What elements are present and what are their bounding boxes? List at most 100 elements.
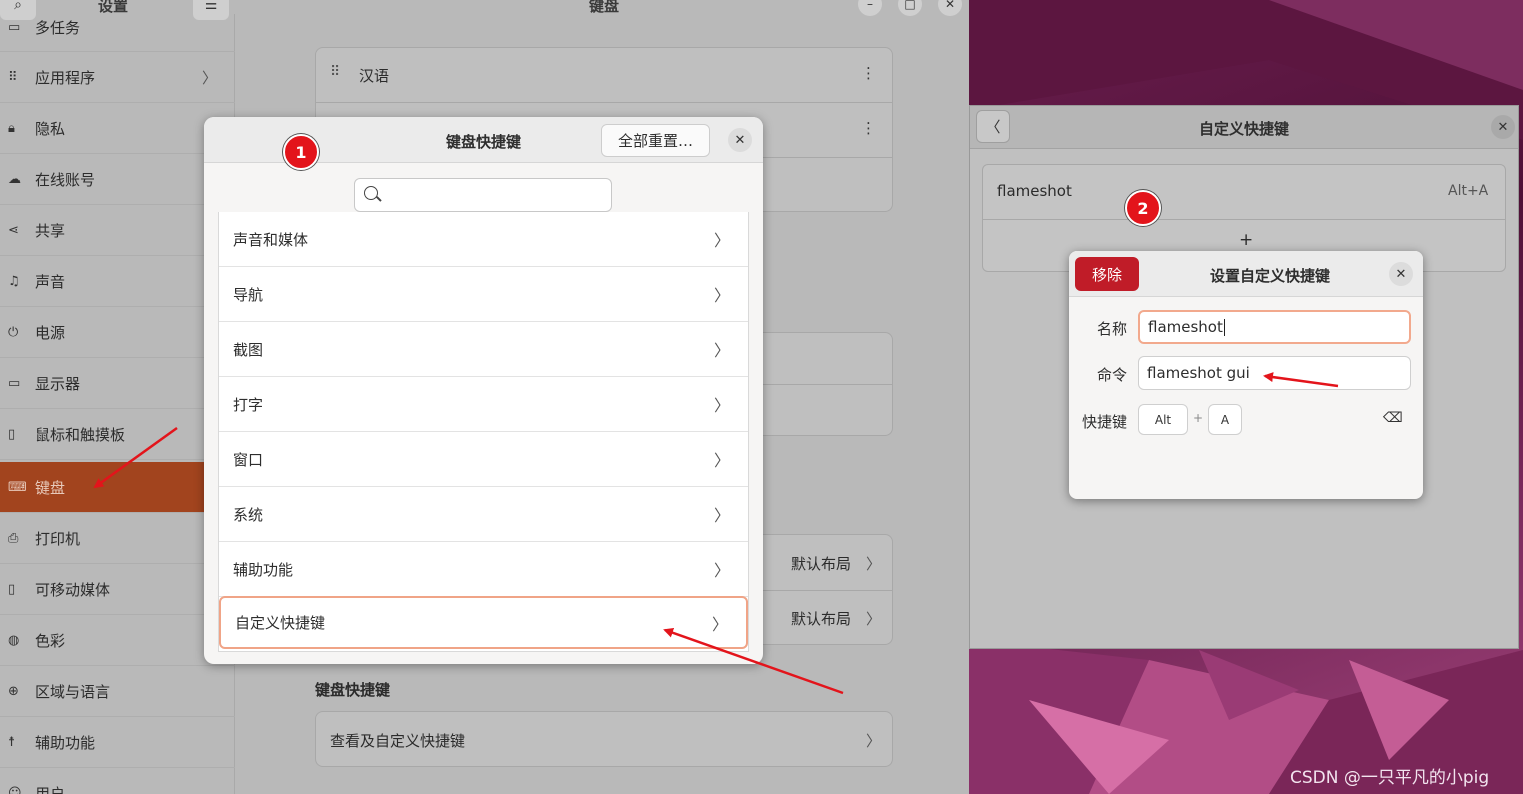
maximize-button[interactable]: □ xyxy=(898,0,922,16)
category-navigation[interactable]: 导航 〉 xyxy=(219,267,748,322)
sidebar-item-label: 鼠标和触摸板 xyxy=(35,425,126,444)
chevron-right-icon: 〉 xyxy=(713,396,730,415)
color-icon: ◍ xyxy=(8,632,20,648)
name-field[interactable]: flameshot xyxy=(1138,310,1411,344)
category-screenshots[interactable]: 截图 〉 xyxy=(219,322,748,377)
close-icon: ✕ xyxy=(944,0,956,11)
page-title: 键盘 xyxy=(589,0,620,15)
sidebar-item-keyboard[interactable]: ⌨ 键盘 xyxy=(0,462,235,513)
sidebar-item-label: 键盘 xyxy=(35,478,66,497)
chevron-right-icon: 〉 xyxy=(713,231,730,250)
power-icon: ⏻ xyxy=(8,324,19,340)
sidebar-item-displays[interactable]: ▭ 显示器 xyxy=(0,358,235,409)
sidebar-item-label: 区域与语言 xyxy=(35,682,111,701)
view-shortcuts-row[interactable]: 查看及自定义快捷键 〉 xyxy=(315,711,893,767)
sidebar-item-color[interactable]: ◍ 色彩 xyxy=(0,615,235,666)
command-field[interactable]: flameshot gui xyxy=(1138,356,1411,390)
minimize-button[interactable]: – xyxy=(858,0,882,16)
chevron-right-icon: 〉 xyxy=(711,614,728,634)
accessibility-icon: ☨ xyxy=(8,734,16,750)
apps-icon: ⠿ xyxy=(8,69,18,85)
close-dialog-button[interactable]: ✕ xyxy=(728,128,752,152)
category-label: 导航 xyxy=(233,285,264,304)
kebab-menu-icon[interactable]: ⋮ xyxy=(861,64,876,82)
layout-value: 默认布局 xyxy=(791,610,852,628)
chevron-right-icon: 〉 xyxy=(713,451,730,470)
sidebar-item-sharing[interactable]: ⋖ 共享 xyxy=(0,205,235,256)
chevron-right-icon: 〉 xyxy=(713,341,730,360)
key-alt: Alt xyxy=(1138,404,1188,435)
globe-icon: ⊕ xyxy=(8,683,19,699)
sidebar-item-region-language[interactable]: ⊕ 区域与语言 xyxy=(0,666,235,717)
key-a: A xyxy=(1208,404,1242,435)
removable-media-icon: ▯ xyxy=(8,581,16,597)
watermark: CSDN @一只平凡的小pig xyxy=(1290,768,1490,788)
shortcut-accel: Alt+A xyxy=(1448,183,1489,199)
category-windows[interactable]: 窗口 〉 xyxy=(219,432,748,487)
sidebar-item-users[interactable]: ☺ 用户 xyxy=(0,768,235,794)
lock-icon: 🔒︎ xyxy=(8,120,15,136)
close-window-button[interactable]: ✕ xyxy=(938,0,962,16)
mouse-icon: ▯ xyxy=(8,426,16,442)
name-value: flameshot xyxy=(1148,318,1223,336)
multitasking-icon: ▭ xyxy=(8,20,21,35)
maximize-icon: □ xyxy=(904,0,916,11)
category-custom-shortcuts[interactable]: 自定义快捷键 〉 xyxy=(219,596,748,649)
music-note-icon: ♫ xyxy=(8,273,20,289)
chevron-right-icon[interactable]: 〉 xyxy=(866,553,881,574)
text-cursor xyxy=(1223,318,1225,336)
shortcut-category-list: 声音和媒体 〉 导航 〉 截图 〉 打字 〉 窗口 〉 系统 〉 辅助功能 〉 … xyxy=(218,212,749,652)
category-label: 系统 xyxy=(233,505,264,524)
annotation-badge-1: 1 xyxy=(283,134,319,170)
sidebar-item-label: 打印机 xyxy=(35,529,81,548)
kebab-menu-icon[interactable]: ⋮ xyxy=(861,119,876,137)
sidebar-item-multitasking[interactable]: ▭ 多任务 xyxy=(0,4,235,52)
sidebar-item-printers[interactable]: ⎙ 打印机 xyxy=(0,513,235,564)
input-source-name: 汉语 xyxy=(359,67,390,85)
sidebar-item-apps[interactable]: ⠿ 应用程序 〉 xyxy=(0,52,235,103)
sidebar-item-accessibility[interactable]: ☨ 辅助功能 xyxy=(0,717,235,768)
sidebar-item-power[interactable]: ⏻ 电源 xyxy=(0,307,235,358)
category-label: 辅助功能 xyxy=(233,560,294,579)
set-custom-shortcut-dialog: 移除 设置自定义快捷键 ✕ 名称 flameshot 命令 flameshot … xyxy=(1069,251,1423,499)
sidebar-item-removable-media[interactable]: ▯ 可移动媒体 xyxy=(0,564,235,615)
category-accessibility[interactable]: 辅助功能 〉 xyxy=(219,542,748,597)
category-typing[interactable]: 打字 〉 xyxy=(219,377,748,432)
sidebar: ▭ 多任务 ⠿ 应用程序 〉 🔒︎ 隐私 ☁ 在线账号 ⋖ 共享 ♫ 声音 ⏻ … xyxy=(0,14,235,794)
close-dialog-button[interactable]: ✕ xyxy=(1389,262,1413,286)
shortcut-row[interactable]: flameshot Alt+A xyxy=(983,165,1505,220)
category-sound-media[interactable]: 声音和媒体 〉 xyxy=(219,212,748,267)
chevron-right-icon[interactable]: 〉 xyxy=(866,608,881,629)
sidebar-item-label: 显示器 xyxy=(35,374,81,393)
display-icon: ▭ xyxy=(8,375,21,391)
backspace-icon[interactable]: ⌫ xyxy=(1383,410,1403,426)
keyboard-icon: ⌨ xyxy=(8,479,27,495)
search-icon xyxy=(364,186,378,200)
sidebar-item-label: 色彩 xyxy=(35,631,66,650)
chevron-right-icon: 〉 xyxy=(201,68,217,87)
chevron-right-icon: 〉 xyxy=(713,561,730,580)
category-label: 截图 xyxy=(233,340,264,359)
shortcut-name: flameshot xyxy=(997,182,1072,200)
sidebar-item-label: 多任务 xyxy=(35,19,81,37)
command-value: flameshot gui xyxy=(1147,364,1250,382)
cloud-icon: ☁ xyxy=(8,171,21,187)
close-icon: ✕ xyxy=(734,132,746,148)
close-window-button[interactable]: ✕ xyxy=(1491,115,1515,139)
sidebar-item-label: 可移动媒体 xyxy=(35,580,111,599)
drag-handle-icon[interactable]: ⠿ xyxy=(330,64,340,80)
sidebar-item-label: 电源 xyxy=(35,323,66,342)
sidebar-item-mouse[interactable]: ▯ 鼠标和触摸板 xyxy=(0,409,235,460)
category-label: 打字 xyxy=(233,395,264,414)
remove-button[interactable]: 移除 xyxy=(1075,257,1139,291)
plus-separator: + xyxy=(1193,411,1204,425)
chevron-right-icon: 〉 xyxy=(713,286,730,305)
sidebar-item-online-accounts[interactable]: ☁ 在线账号 xyxy=(0,154,235,205)
sidebar-item-privacy[interactable]: 🔒︎ 隐私 xyxy=(0,103,235,154)
category-system[interactable]: 系统 〉 xyxy=(219,487,748,542)
reset-all-button[interactable]: 全部重置… xyxy=(601,124,710,157)
sidebar-item-sound[interactable]: ♫ 声音 xyxy=(0,256,235,307)
shortcut-search-input[interactable] xyxy=(354,178,612,212)
add-icon: + xyxy=(1239,230,1254,250)
sidebar-item-label: 隐私 xyxy=(35,119,66,138)
